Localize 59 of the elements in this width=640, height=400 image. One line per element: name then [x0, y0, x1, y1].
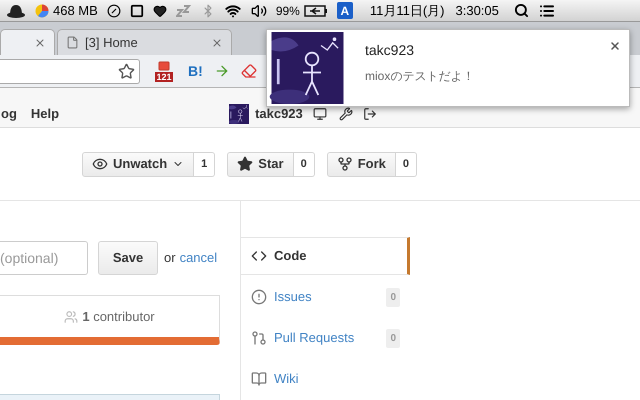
close-icon[interactable]: [609, 40, 621, 52]
book-icon: [251, 371, 267, 387]
browser-tab[interactable]: [3] Home: [57, 29, 232, 55]
repo-action-button[interactable]: Unwatch: [82, 152, 194, 176]
notification-message: mioxのテストだよ！: [365, 68, 476, 85]
repo-action-button[interactable]: Fork: [326, 152, 396, 176]
count-badge: 0: [294, 152, 315, 176]
fork-icon: [336, 156, 353, 172]
input-method-indicator: A: [336, 2, 353, 19]
heart-icon: [152, 4, 167, 18]
notification-title: takc923: [365, 41, 416, 60]
count-badge: 1: [194, 152, 216, 176]
volume-icon: [250, 2, 267, 18]
count-badge: 0: [396, 152, 418, 176]
mail-extension-button[interactable]: 121: [154, 60, 174, 82]
unread-count-badge: 121: [155, 72, 173, 82]
repo-nav-item[interactable]: Wiki: [241, 360, 410, 398]
repo-nav-item[interactable]: Issues 0: [241, 278, 410, 316]
square-icon: [130, 4, 144, 18]
pie-chart-icon: [35, 4, 49, 18]
cancel-link[interactable]: cancel: [180, 248, 218, 268]
settings-icon[interactable]: [338, 106, 353, 120]
close-icon[interactable]: [34, 36, 46, 48]
repo-action-button[interactable]: Star: [227, 152, 294, 176]
circle-slash-icon: [106, 4, 121, 18]
battery-percent: 99%: [276, 2, 300, 20]
sleep-icon: [176, 4, 192, 16]
description-field[interactable]: (optional): [0, 241, 88, 275]
repo-nav-item[interactable]: Code: [241, 237, 410, 275]
nav-link[interactable]: og: [1, 104, 17, 124]
contributor-count: 1 contributor: [82, 308, 155, 326]
count-badge: 0: [386, 328, 400, 348]
people-icon: [64, 310, 78, 324]
eraser-extension-icon[interactable]: [240, 63, 257, 79]
save-button[interactable]: Save: [98, 241, 158, 275]
repo-nav-item[interactable]: Pull Requests 0: [241, 319, 410, 357]
menu-clock: 3:30:05: [456, 2, 499, 20]
star-icon: [237, 156, 254, 172]
user-name-link[interactable]: takc923: [255, 104, 303, 124]
tab-title: [3] Home: [85, 34, 139, 52]
sign-out-icon[interactable]: [362, 106, 377, 120]
battery-icon: [304, 4, 328, 16]
memory-usage: 468 MB: [53, 2, 98, 20]
close-icon[interactable]: [211, 36, 223, 48]
bookmark-star-icon: [118, 62, 135, 80]
pull-request-icon: [251, 330, 267, 346]
user-avatar[interactable]: [229, 104, 250, 124]
menu-date: 11月11日(月): [370, 2, 444, 20]
eye-icon: [92, 156, 108, 172]
wifi-icon: [224, 2, 242, 18]
issue-icon: [251, 289, 267, 305]
bookmark-extension-button[interactable]: B!: [188, 60, 203, 82]
search-icon: [514, 3, 529, 18]
count-badge: 0: [386, 288, 400, 306]
page-icon: [66, 36, 79, 49]
list-icon: [538, 2, 556, 18]
nav-link[interactable]: Help: [30, 104, 60, 124]
bowler-hat-icon: [6, 4, 26, 18]
or-text: or: [164, 249, 176, 268]
